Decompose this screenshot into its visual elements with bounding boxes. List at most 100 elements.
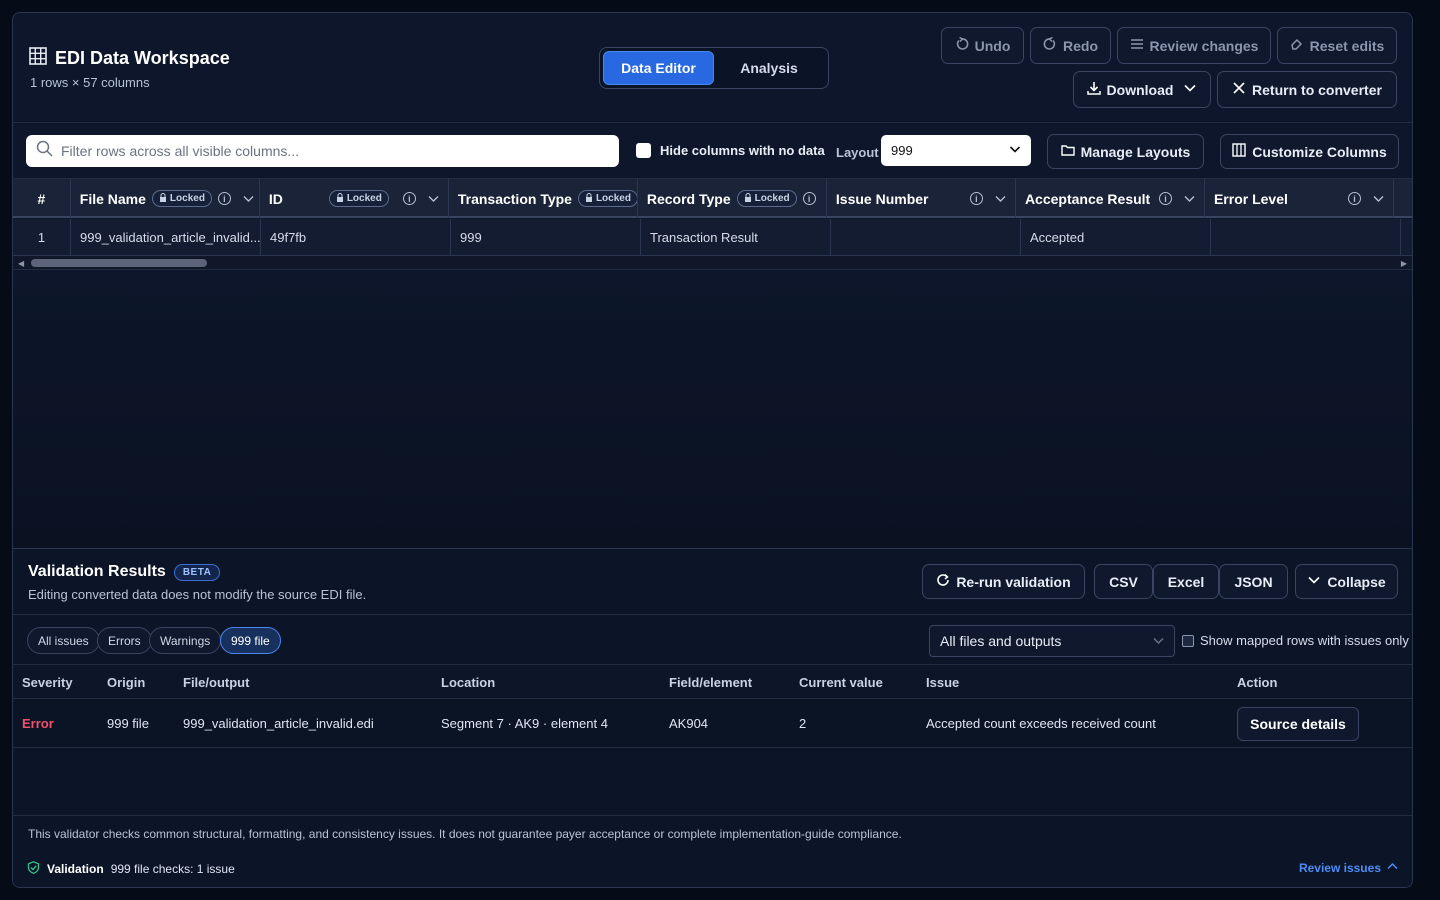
column-label: Record Type: [646, 190, 731, 207]
info-icon[interactable]: i: [402, 192, 416, 205]
data-grid: # File Name Locked i ID Locked i Transac…: [13, 179, 1412, 271]
locked-badge: Locked: [151, 190, 212, 207]
rerun-label: Re-run validation: [956, 573, 1071, 590]
hide-empty-columns-toggle[interactable]: Hide columns with no data: [636, 143, 825, 158]
column-header-error-level[interactable]: Error Level i: [1205, 179, 1394, 218]
scroll-right-arrow[interactable]: ▶: [1401, 259, 1407, 268]
column-header-file-name[interactable]: File Name Locked i: [71, 179, 260, 218]
column-label: #: [37, 190, 46, 207]
layout-select[interactable]: 999: [881, 135, 1031, 166]
info-icon[interactable]: i: [1348, 192, 1361, 205]
validation-header: Validation Results BETA Editing converte…: [13, 549, 1412, 615]
rerun-validation-button[interactable]: Re-run validation: [922, 564, 1085, 599]
search-input[interactable]: [61, 143, 619, 159]
column-header-issue-number[interactable]: Issue Number i: [827, 179, 1016, 218]
export-csv-button[interactable]: CSV: [1094, 564, 1153, 599]
chevron-down-icon: [1009, 143, 1021, 158]
severity-cell: Error: [22, 716, 54, 731]
cell-acceptance-result[interactable]: Accepted: [1021, 219, 1211, 256]
review-issues-link[interactable]: Review issues: [1299, 861, 1398, 875]
cell-file-name[interactable]: 999_validation_article_invalid...: [71, 219, 261, 256]
tab-data-editor[interactable]: Data Editor: [603, 51, 714, 85]
cell-issue-number[interactable]: [831, 219, 1021, 256]
th-file: File/output: [183, 675, 250, 690]
chevron-down-icon[interactable]: [428, 193, 439, 204]
mapped-only-checkbox[interactable]: [1182, 634, 1194, 647]
redo-label: Redo: [1063, 37, 1098, 54]
location-cell: Segment 7 · AK9 · element 4: [441, 716, 608, 731]
reset-edits-label: Reset edits: [1309, 37, 1385, 54]
collapse-button[interactable]: Collapse: [1295, 564, 1398, 599]
table-row[interactable]: Error 999 file 999_validation_article_in…: [13, 699, 1412, 748]
search-box: [26, 135, 619, 167]
column-header-record-type[interactable]: Record Type Locked i: [638, 179, 827, 218]
table-row[interactable]: 1 999_validation_article_invalid... 49f7…: [13, 219, 1412, 256]
locked-label: Locked: [595, 193, 631, 204]
validation-footer: This validator checks common structural,…: [13, 815, 1412, 887]
view-tabs: Data Editor Analysis: [599, 47, 829, 89]
locked-badge: Locked: [736, 190, 797, 207]
scroll-thumb[interactable]: [31, 259, 207, 267]
redo-button[interactable]: Redo: [1030, 27, 1111, 64]
customize-columns-button[interactable]: Customize Columns: [1220, 134, 1399, 169]
filter-all-issues[interactable]: All issues: [27, 627, 100, 654]
column-header-transaction-type[interactable]: Transaction Type Locked i: [449, 179, 638, 218]
download-button[interactable]: Download: [1073, 71, 1211, 108]
return-to-converter-button[interactable]: Return to converter: [1217, 71, 1397, 108]
column-header-acceptance-result[interactable]: Acceptance Result i: [1016, 179, 1205, 218]
locked-badge: Locked: [328, 190, 389, 207]
tab-analysis[interactable]: Analysis: [714, 51, 824, 85]
chevron-down-icon[interactable]: [1373, 193, 1384, 204]
th-action: Action: [1237, 675, 1278, 690]
chevron-down-icon: [1153, 633, 1164, 649]
mapped-only-toggle[interactable]: Show mapped rows with issues only: [1182, 633, 1409, 648]
lock-icon: [585, 192, 593, 205]
filter-errors[interactable]: Errors: [97, 627, 152, 654]
cell-id[interactable]: 49f7fb: [261, 219, 451, 256]
manage-layouts-button[interactable]: Manage Layouts: [1047, 134, 1204, 169]
close-icon: [1232, 81, 1246, 98]
cell-record-type[interactable]: Transaction Result: [641, 219, 831, 256]
dimensions-text: 1 rows × 57 columns: [30, 75, 150, 90]
field-cell: AK904: [669, 716, 709, 731]
column-label: Error Level: [1213, 190, 1288, 207]
lock-icon: [336, 192, 344, 205]
grid-empty-area: [13, 271, 1412, 549]
hide-empty-checkbox[interactable]: [636, 143, 651, 158]
th-location: Location: [441, 675, 496, 690]
cell-error-level[interactable]: [1211, 219, 1401, 256]
chevron-down-icon[interactable]: [243, 193, 254, 204]
chevron-down-icon[interactable]: [1184, 193, 1195, 204]
redo-icon: [1043, 36, 1057, 54]
chevron-down-icon[interactable]: [995, 193, 1006, 204]
filter-999-file[interactable]: 999 file: [220, 627, 281, 654]
files-select[interactable]: All files and outputs: [929, 625, 1175, 657]
th-current: Current value: [799, 675, 883, 690]
filter-warnings[interactable]: Warnings: [149, 627, 222, 654]
column-header-id[interactable]: ID Locked i: [260, 179, 449, 218]
export-json-button[interactable]: JSON: [1219, 564, 1288, 599]
status-label: Validation: [47, 862, 104, 876]
horizontal-scrollbar[interactable]: ◀ ▶: [13, 256, 1412, 270]
source-details-button[interactable]: Source details: [1237, 707, 1359, 741]
cell-transaction-type[interactable]: 999: [451, 219, 641, 256]
column-label: Acceptance Result: [1024, 190, 1151, 207]
info-icon[interactable]: i: [217, 192, 231, 205]
th-severity: Severity: [22, 675, 73, 690]
reset-edits-button[interactable]: Reset edits: [1277, 27, 1397, 64]
scroll-left-arrow[interactable]: ◀: [18, 259, 24, 268]
layout-label: Layout: [836, 145, 879, 160]
validation-panel: Validation Results BETA Editing converte…: [13, 549, 1412, 887]
info-icon[interactable]: i: [1158, 192, 1172, 205]
locked-label: Locked: [754, 193, 790, 204]
export-excel-button[interactable]: Excel: [1153, 564, 1219, 599]
validation-title: Validation Results: [28, 563, 166, 580]
info-icon[interactable]: i: [802, 192, 816, 205]
info-icon[interactable]: i: [969, 192, 983, 205]
review-changes-button[interactable]: Review changes: [1117, 27, 1271, 64]
row-number: 1: [13, 219, 71, 256]
return-label: Return to converter: [1252, 81, 1382, 98]
th-field: Field/element: [669, 675, 753, 690]
eraser-icon: [1290, 37, 1304, 54]
undo-button[interactable]: Undo: [941, 27, 1024, 64]
